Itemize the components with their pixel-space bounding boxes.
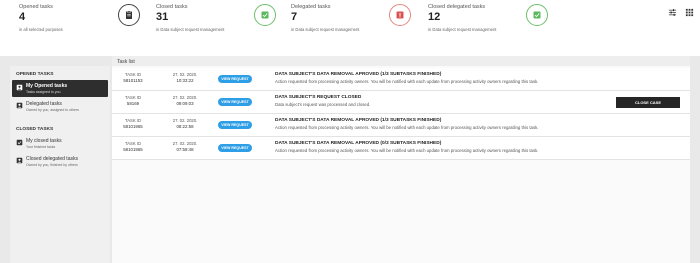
sidebar-item-label: My Opened tasks — [26, 83, 68, 89]
view-request-button[interactable]: VIEW REQUEST — [218, 75, 252, 83]
closed-tasks-icon — [16, 139, 23, 146]
stat-closed-delegated-tasks: Closed delegated tasks 12 in Data subjec… — [428, 4, 496, 32]
task-date: 27. 02. 2020. 07:58:48 — [165, 141, 205, 152]
task-id-label: TASK ID — [125, 141, 141, 146]
task-id-label: TASK ID — [125, 72, 141, 77]
stat-label: Opened tasks — [19, 4, 53, 10]
clipboard-icon — [118, 4, 140, 26]
content-area: OPENED TASKS My Opened tasks Tasks assig… — [0, 56, 700, 263]
view-request-button[interactable]: VIEW REQUEST — [218, 98, 252, 106]
task-list: TASK ID 58101153 27. 02. 2020. 10:33:22 … — [112, 68, 690, 160]
stat-delegated-tasks: Delegated tasks 7 in Data subject reques… — [291, 4, 359, 32]
task-row: TASK ID 58101965 27. 02. 2020. 07:58:48 … — [112, 137, 690, 160]
task-id: TASK ID 58101153 — [118, 72, 148, 83]
sidebar-item-my-opened-tasks[interactable]: My Opened tasks Tasks assigned to you — [12, 80, 108, 97]
task-list-panel: Task list TASK ID 58101153 27. 02. 2020.… — [112, 56, 690, 263]
task-id-value: 58101153 — [123, 78, 143, 83]
user-tasks-icon — [16, 84, 23, 91]
task-title: DATA SUBJECT'S DATA REMOVAL APROVED (1/3… — [275, 118, 442, 123]
task-id-value: 58101965 — [123, 147, 143, 152]
task-title: DATA SUBJECT'S REQUEST CLOSED — [275, 95, 362, 100]
stat-label: Closed delegated tasks — [428, 4, 486, 10]
task-row: TASK ID 58169 27. 02. 2020. 09:09:03 VIE… — [112, 91, 690, 114]
sidebar-item-desc: Tasks assigned to you — [26, 90, 61, 94]
task-desc: Data subject's request was processed and… — [275, 102, 371, 107]
task-title: DATA SUBJECT'S DATA REMOVAL APROVED (0/3… — [275, 141, 442, 146]
toolbar-icons — [668, 4, 694, 22]
sidebar-section-closed: CLOSED TASKS — [16, 127, 54, 132]
filter-sliders-icon[interactable] — [668, 4, 677, 22]
alert-box-icon — [389, 4, 411, 26]
stat-sub: in all selected purposes — [19, 27, 63, 32]
task-id-label: TASK ID — [125, 118, 141, 123]
task-text: DATA SUBJECT'S REQUEST CLOSED Data subje… — [275, 95, 605, 107]
stat-value: 31 — [156, 11, 169, 23]
stat-sub: in Data subject request management — [156, 27, 225, 32]
check-box-icon — [526, 4, 548, 26]
check-box-icon — [254, 4, 276, 26]
task-date-time: 07:58:48 — [176, 147, 194, 152]
task-id-value: 58101965 — [123, 124, 143, 129]
task-date-day: 27. 02. 2020. — [172, 95, 198, 100]
task-date-day: 27. 02. 2020. — [172, 118, 198, 123]
task-desc: Action requested from processing activit… — [275, 148, 539, 153]
stat-value: 4 — [19, 11, 26, 23]
sidebar-item-delegated-tasks[interactable]: Delegated tasks Owned by you, assigned t… — [12, 98, 108, 115]
sidebar-item-label: My closed tasks — [26, 138, 62, 144]
task-row: TASK ID 58101153 27. 02. 2020. 10:33:22 … — [112, 68, 690, 91]
task-text: DATA SUBJECT'S DATA REMOVAL APROVED (1/3… — [275, 72, 605, 84]
task-date-time: 10:33:22 — [176, 78, 194, 83]
stat-sub: in Data subject request management — [291, 27, 360, 32]
panel-title: Task list — [112, 56, 690, 66]
sidebar-item-closed-delegated-tasks[interactable]: Closed delegated tasks Owned by you, fin… — [12, 153, 108, 170]
closed-delegated-icon — [16, 157, 23, 164]
sidebar-item-desc: Your finished tasks — [26, 145, 56, 149]
sidebar-item-desc: Owned by you, finished by others — [26, 163, 78, 167]
sidebar-section-opened: OPENED TASKS — [16, 72, 54, 77]
task-desc: Action requested from processing activit… — [275, 125, 539, 130]
task-date-day: 27. 02. 2020. — [172, 141, 198, 146]
close-case-button[interactable]: CLOSE CASE — [616, 97, 680, 108]
grid-menu-icon[interactable] — [685, 4, 694, 22]
stat-label: Delegated tasks — [291, 4, 331, 10]
task-id-label: TASK ID — [125, 95, 141, 100]
view-request-button[interactable]: VIEW REQUEST — [218, 144, 252, 152]
task-date-time: 08:22:58 — [176, 124, 194, 129]
delegated-tasks-icon — [16, 102, 23, 109]
stat-opened-tasks: Opened tasks 4 in all selected purposes — [19, 4, 63, 32]
stat-sub: in Data subject request management — [428, 27, 497, 32]
sidebar-item-label: Delegated tasks — [26, 101, 62, 107]
task-id: TASK ID 58101965 — [118, 118, 148, 129]
view-request-button[interactable]: VIEW REQUEST — [218, 121, 252, 129]
task-row: TASK ID 58101965 27. 02. 2020. 08:22:58 … — [112, 114, 690, 137]
task-desc: Action requested from processing activit… — [275, 79, 539, 84]
sidebar-item-desc: Owned by you, assigned to others — [26, 108, 79, 112]
task-date: 27. 02. 2020. 10:33:22 — [165, 72, 205, 83]
task-id: TASK ID 58169 — [118, 95, 148, 106]
task-id: TASK ID 58101965 — [118, 141, 148, 152]
stat-label: Closed tasks — [156, 4, 188, 10]
task-title: DATA SUBJECT'S DATA REMOVAL APROVED (1/3… — [275, 72, 442, 77]
task-text: DATA SUBJECT'S DATA REMOVAL APROVED (0/3… — [275, 141, 605, 153]
sidebar-item-my-closed-tasks[interactable]: My closed tasks Your finished tasks — [12, 135, 108, 152]
sidebar: OPENED TASKS My Opened tasks Tasks assig… — [10, 66, 110, 263]
stat-closed-tasks: Closed tasks 31 in Data subject request … — [156, 4, 224, 32]
task-id-value: 58169 — [126, 101, 140, 106]
stat-value: 12 — [428, 11, 441, 23]
task-text: DATA SUBJECT'S DATA REMOVAL APROVED (1/3… — [275, 118, 605, 130]
task-date: 27. 02. 2020. 09:09:03 — [165, 95, 205, 106]
stat-value: 7 — [291, 11, 298, 23]
stats-bar: Opened tasks 4 in all selected purposes … — [0, 0, 700, 42]
sidebar-item-label: Closed delegated tasks — [26, 156, 78, 162]
task-date-time: 09:09:03 — [176, 101, 194, 106]
task-date: 27. 02. 2020. 08:22:58 — [165, 118, 205, 129]
task-date-day: 27. 02. 2020. — [172, 72, 198, 77]
